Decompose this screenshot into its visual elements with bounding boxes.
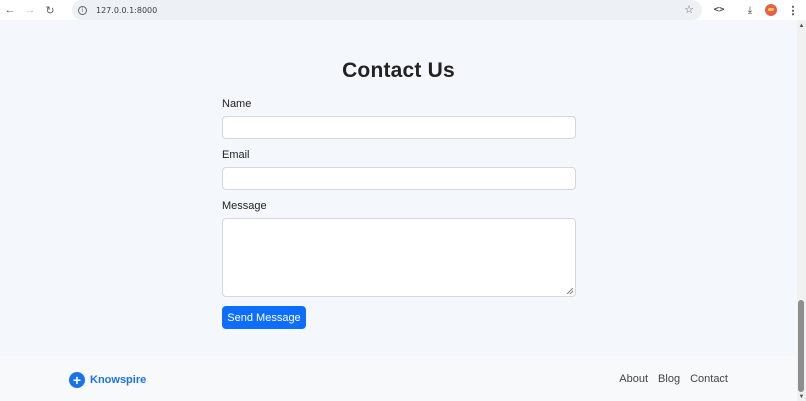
page-scrollbar[interactable]: ▲ ▼ [797, 20, 806, 401]
footer-link-about[interactable]: About [619, 373, 648, 385]
reload-icon: ↻ [45, 4, 55, 17]
name-input[interactable] [222, 116, 576, 139]
message-label: Message [222, 200, 267, 212]
scroll-down-icon[interactable]: ▼ [797, 393, 806, 401]
send-message-button[interactable]: Send Message [222, 306, 306, 329]
message-textarea[interactable] [222, 218, 576, 297]
back-icon: ← [4, 4, 16, 16]
bookmark-star-icon[interactable]: ☆ [684, 3, 694, 17]
name-label: Name [222, 98, 252, 110]
resize-grip-icon[interactable] [567, 288, 573, 294]
email-input[interactable] [222, 167, 576, 190]
footer-nav: About Blog Contact [619, 373, 728, 385]
browser-menu-icon[interactable]: ⋮ [786, 0, 800, 20]
profile-avatar[interactable] [764, 0, 778, 20]
code-icon[interactable]: <> [710, 0, 728, 20]
footer-link-contact[interactable]: Contact [690, 373, 728, 385]
page-title: Contact Us [342, 59, 455, 82]
site-info-icon[interactable]: i [78, 5, 87, 15]
avatar-icon [765, 4, 777, 16]
footer: + Knowspire About Blog Contact [0, 356, 797, 401]
forward-button[interactable]: → [20, 0, 40, 20]
reload-button[interactable]: ↻ [40, 0, 60, 20]
address-bar[interactable]: i 127.0.0.1:8000 ☆ [72, 0, 702, 20]
scroll-up-icon[interactable]: ▲ [797, 22, 806, 30]
download-icon[interactable]: ⤓ [742, 0, 758, 20]
email-label: Email [222, 149, 250, 161]
scroll-thumb[interactable] [798, 300, 804, 392]
plus-circle-icon: + [69, 372, 85, 388]
browser-toolbar: ← → ↻ i 127.0.0.1:8000 ☆ <> ⤓ ⋮ [0, 0, 806, 20]
forward-icon: → [24, 4, 36, 16]
back-button[interactable]: ← [0, 0, 20, 20]
footer-brand[interactable]: + Knowspire [69, 372, 146, 388]
brand-name: Knowspire [90, 374, 147, 386]
url-text[interactable]: 127.0.0.1:8000 [96, 6, 157, 15]
footer-link-blog[interactable]: Blog [658, 373, 680, 385]
